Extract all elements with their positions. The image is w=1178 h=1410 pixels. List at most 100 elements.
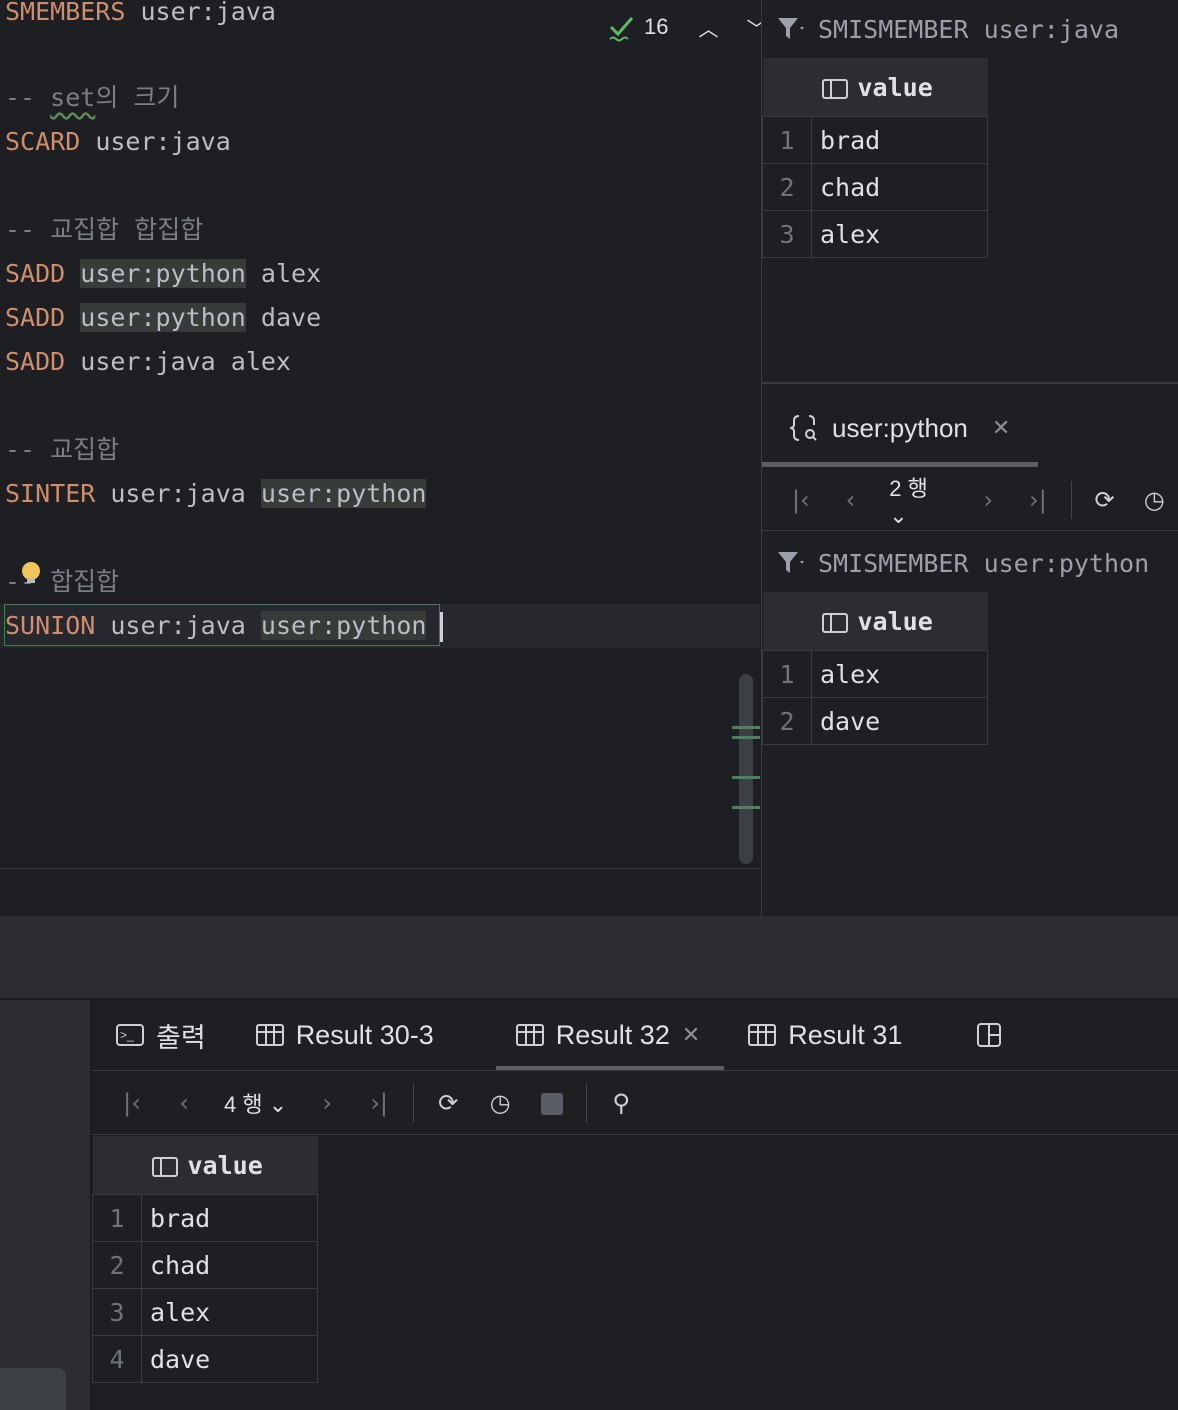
result-query-text: SMISMEMBER user:python <box>818 548 1150 578</box>
code-line[interactable]: SADD user:python alex <box>5 252 321 296</box>
column-icon <box>821 612 848 633</box>
table-row[interactable]: 1 brad <box>762 116 988 164</box>
sql-argument: user:java <box>125 0 276 26</box>
tab-result-32[interactable]: Result 32 ✕ <box>492 1000 725 1070</box>
sql-argument: dave <box>245 303 322 332</box>
comment-text: -- 교집합 합집합 <box>5 215 204 244</box>
sql-keyword: SINTER <box>5 479 96 508</box>
code-line[interactable]: SINTER user:java user:python <box>5 472 427 516</box>
first-page-icon[interactable]: |‹ <box>106 1089 158 1117</box>
chevron-up-icon[interactable]: ︿ <box>688 13 728 42</box>
previous-page-icon[interactable]: ‹ <box>826 486 876 514</box>
scroll-marker <box>732 806 760 809</box>
cell-value[interactable]: alex <box>141 1288 318 1336</box>
refresh-icon[interactable]: ⟳ <box>422 1089 474 1117</box>
inspection-widget[interactable]: 16 ︿ ﹀ <box>608 10 776 44</box>
tab-label: Result 30-3 <box>295 1019 434 1050</box>
tab-result-31[interactable]: Result 31 <box>724 1000 926 1070</box>
pin-icon[interactable]: ⚲ <box>595 1089 647 1117</box>
lightbulb-icon[interactable] <box>22 562 40 583</box>
code-comment[interactable]: -- 교집합 합집합 <box>5 208 203 252</box>
table-row[interactable]: 3 alex <box>762 210 988 258</box>
row-number: 2 <box>92 1241 142 1289</box>
toolbar-separator <box>1070 481 1072 519</box>
tab-user-python[interactable]: user:python ✕ <box>790 406 1010 450</box>
stop-icon[interactable] <box>526 1089 578 1117</box>
sql-argument: user:java <box>95 479 261 508</box>
panel-gap <box>0 916 1178 998</box>
first-page-icon[interactable]: |‹ <box>776 486 826 514</box>
sql-argument: alex <box>245 259 322 288</box>
row-count-label: 4 행 <box>224 1092 263 1117</box>
column-header-value[interactable]: value <box>141 1136 318 1195</box>
result-query-header[interactable]: SMISMEMBER user:java <box>776 4 1119 54</box>
row-number-header <box>762 58 812 117</box>
scroll-marker <box>732 776 760 779</box>
table-row[interactable]: 1 alex <box>762 650 988 698</box>
column-header-value[interactable]: value <box>811 58 988 117</box>
cell-value[interactable]: brad <box>811 116 988 164</box>
close-icon[interactable]: ✕ <box>682 1023 700 1048</box>
highlighted-key: user:python <box>80 259 246 288</box>
filter-icon <box>778 18 804 39</box>
table-row[interactable]: 2 chad <box>92 1241 318 1289</box>
table-row[interactable]: 1 brad <box>92 1194 318 1242</box>
table-row[interactable]: 4 dave <box>92 1335 318 1383</box>
row-count-dropdown[interactable]: 4 행 ⌄ <box>210 1087 301 1119</box>
tree-selection <box>0 1368 66 1410</box>
layout-toggle[interactable] <box>952 1000 1026 1070</box>
row-count-dropdown[interactable]: 2 행 ⌄ <box>875 471 963 529</box>
cell-value[interactable]: chad <box>141 1241 318 1289</box>
code-line[interactable]: SCARD user:java <box>5 120 231 164</box>
row-number-header <box>762 592 812 651</box>
row-number: 2 <box>762 697 812 745</box>
code-comment[interactable]: -- 교집합 <box>5 428 119 472</box>
table-row[interactable]: 3 alex <box>92 1288 318 1336</box>
cell-value[interactable]: dave <box>141 1335 318 1383</box>
refresh-icon[interactable]: ⟳ <box>1080 486 1130 514</box>
code-line[interactable]: SMEMBERS user:java <box>5 0 276 34</box>
active-tab-indicator <box>762 462 1038 467</box>
table-row[interactable]: 2 dave <box>762 697 988 745</box>
tab-result-30-3[interactable]: Result 30-3 <box>232 1000 458 1070</box>
code-line[interactable]: SADD user:java alex <box>5 340 291 384</box>
chevron-down-icon: ⌄ <box>268 1092 288 1117</box>
table-icon <box>255 1024 284 1046</box>
cell-value[interactable]: chad <box>811 163 988 211</box>
result-query-text: SMISMEMBER user:java <box>818 14 1120 44</box>
table-row[interactable]: 2 chad <box>762 163 988 211</box>
code-line[interactable]: SADD user:python dave <box>5 296 321 340</box>
history-icon[interactable]: ◷ <box>1129 486 1178 514</box>
next-page-icon[interactable]: › <box>964 486 1014 514</box>
comment-text: -- <box>5 83 51 112</box>
highlighted-key: user:python <box>260 479 427 508</box>
cell-value[interactable]: alex <box>811 650 988 698</box>
cell-value[interactable]: alex <box>811 210 988 258</box>
close-icon[interactable]: ✕ <box>992 416 1010 441</box>
python-result-grid: value 1 alex 2 dave <box>762 592 988 745</box>
inspection-count: 16 <box>644 14 669 39</box>
result-tabs: >_ 출력 Result 30-3 Result 32 ✕ Result 31 <box>92 1000 1178 1071</box>
python-result-toolbar: |‹ ‹ 2 행 ⌄ › ›| ⟳ ◷ <box>762 470 1178 531</box>
sql-argument: user:java <box>80 127 231 156</box>
history-icon[interactable]: ◷ <box>474 1089 526 1117</box>
editor-scrollbar[interactable] <box>739 674 753 864</box>
toolbar-separator <box>586 1084 588 1122</box>
tab-label: 출력 <box>156 1022 206 1053</box>
row-number: 1 <box>762 116 812 164</box>
cell-value[interactable]: brad <box>141 1194 318 1242</box>
tab-output[interactable]: >_ 출력 <box>92 1000 230 1070</box>
last-page-icon[interactable]: ›| <box>353 1089 405 1117</box>
last-page-icon[interactable]: ›| <box>1013 486 1063 514</box>
column-header-value[interactable]: value <box>811 592 988 651</box>
services-tree-strip[interactable] <box>0 1000 92 1410</box>
previous-page-icon[interactable]: ‹ <box>158 1089 210 1117</box>
sql-keyword: SCARD <box>5 127 81 156</box>
chevron-down-icon: ⌄ <box>889 503 908 528</box>
sql-editor[interactable]: SMEMBERS user:java -- set의 크기 SCARD user… <box>0 0 766 868</box>
table-icon <box>748 1024 777 1046</box>
code-comment[interactable]: -- set의 크기 <box>5 76 179 120</box>
result-query-header[interactable]: SMISMEMBER user:python <box>776 538 1149 588</box>
cell-value[interactable]: dave <box>811 697 988 745</box>
next-page-icon[interactable]: › <box>301 1089 353 1117</box>
